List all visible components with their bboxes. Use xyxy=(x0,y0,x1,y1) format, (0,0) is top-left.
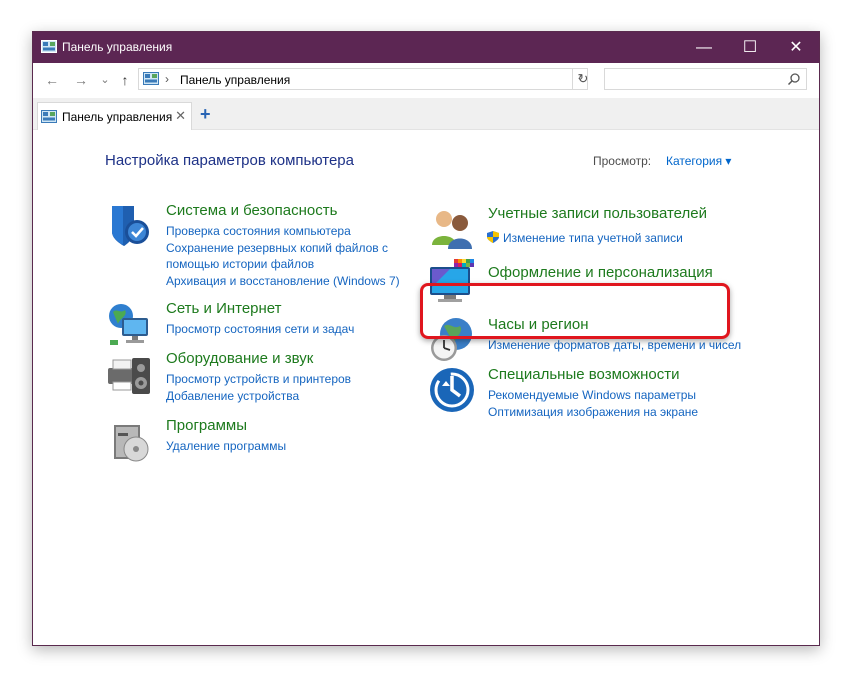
control-panel-icon xyxy=(41,40,57,53)
link-devices-printers[interactable]: Просмотр устройств и принтеров xyxy=(166,372,351,386)
view-by-dropdown[interactable]: Категория ▾ xyxy=(666,154,731,168)
maximize-icon: ☐ xyxy=(742,39,758,56)
new-tab-button[interactable]: + xyxy=(200,104,211,125)
minimize-button[interactable]: — xyxy=(681,32,727,63)
category-title[interactable]: Сеть и Интернет xyxy=(166,300,282,317)
link-add-device[interactable]: Добавление устройства xyxy=(166,389,299,403)
recent-locations-button[interactable]: ⌄ xyxy=(97,73,113,86)
breadcrumb-separator-icon: › xyxy=(165,72,169,86)
close-button[interactable]: ✕ xyxy=(773,32,819,63)
link-date-time-formats[interactable]: Изменение форматов даты, времени и чисел xyxy=(488,338,741,352)
printer-speaker-icon xyxy=(108,358,150,394)
tab-control-panel[interactable]: Панель управления ✕ xyxy=(37,102,192,130)
close-icon: ✕ xyxy=(789,39,803,56)
link-uninstall-program[interactable]: Удаление программы xyxy=(166,439,286,453)
link-check-status[interactable]: Проверка состояния компьютера xyxy=(166,224,351,238)
control-panel-icon xyxy=(143,72,159,85)
up-button[interactable]: ↑ xyxy=(117,72,133,88)
address-bar-row: ← → ⌄ ↑ › Панель управления ⌄ ↻ xyxy=(33,63,819,98)
maximize-button[interactable]: ☐ xyxy=(727,32,773,63)
link-network-status[interactable]: Просмотр состояния сети и задач xyxy=(166,322,354,336)
ease-of-access-icon xyxy=(430,368,474,412)
category-title[interactable]: Система и безопасность xyxy=(166,202,337,219)
link-recommended-settings[interactable]: Рекомендуемые Windows параметры xyxy=(488,388,696,402)
refresh-icon: ↻ xyxy=(577,71,589,86)
tab-label: Панель управления xyxy=(62,110,173,124)
uac-shield-icon xyxy=(487,231,499,243)
highlight-box xyxy=(420,283,730,339)
window-title: Панель управления xyxy=(62,40,173,54)
forward-button[interactable]: → xyxy=(73,72,89,88)
refresh-button[interactable]: ↻ xyxy=(572,69,593,89)
title-bar[interactable]: Панель управления — ☐ ✕ xyxy=(33,32,819,63)
minimize-icon: — xyxy=(696,39,712,56)
shield-icon xyxy=(112,206,149,246)
search-input[interactable] xyxy=(604,68,807,90)
users-icon xyxy=(432,211,472,249)
category-title[interactable]: Учетные записи пользователей xyxy=(488,205,707,222)
control-panel-icon xyxy=(41,110,57,123)
link-optimize-display[interactable]: Оптимизация изображения на экране xyxy=(488,405,698,419)
link-change-account-type[interactable]: Изменение типа учетной записи xyxy=(503,231,683,245)
breadcrumb-path[interactable]: Панель управления xyxy=(180,73,290,87)
main-content: Настройка параметров компьютера Просмотр… xyxy=(33,130,819,645)
tab-close-icon[interactable]: ✕ xyxy=(175,108,186,124)
category-title[interactable]: Оформление и персонализация xyxy=(488,264,713,281)
network-globe-icon xyxy=(109,304,148,345)
view-by-label: Просмотр: xyxy=(593,154,652,168)
back-button[interactable]: ← xyxy=(44,72,60,88)
search-icon xyxy=(787,73,800,86)
address-field[interactable]: › Панель управления ⌄ xyxy=(138,68,588,90)
link-file-history[interactable]: Сохранение резервных копий файлов с xyxy=(166,241,388,255)
tab-bar: Панель управления ✕ + xyxy=(33,98,819,130)
programs-icon xyxy=(114,425,149,462)
category-title[interactable]: Специальные возможности xyxy=(488,366,680,383)
link-backup-restore[interactable]: Архивация и восстановление (Windows 7) xyxy=(166,274,400,288)
category-title[interactable]: Оборудование и звук xyxy=(166,350,313,367)
link-file-history-cont[interactable]: помощью истории файлов xyxy=(166,257,314,271)
category-title[interactable]: Программы xyxy=(166,417,247,434)
page-title: Настройка параметров компьютера xyxy=(105,152,354,169)
control-panel-window: Панель управления — ☐ ✕ ← → ⌄ ↑ › Панель… xyxy=(32,31,820,646)
